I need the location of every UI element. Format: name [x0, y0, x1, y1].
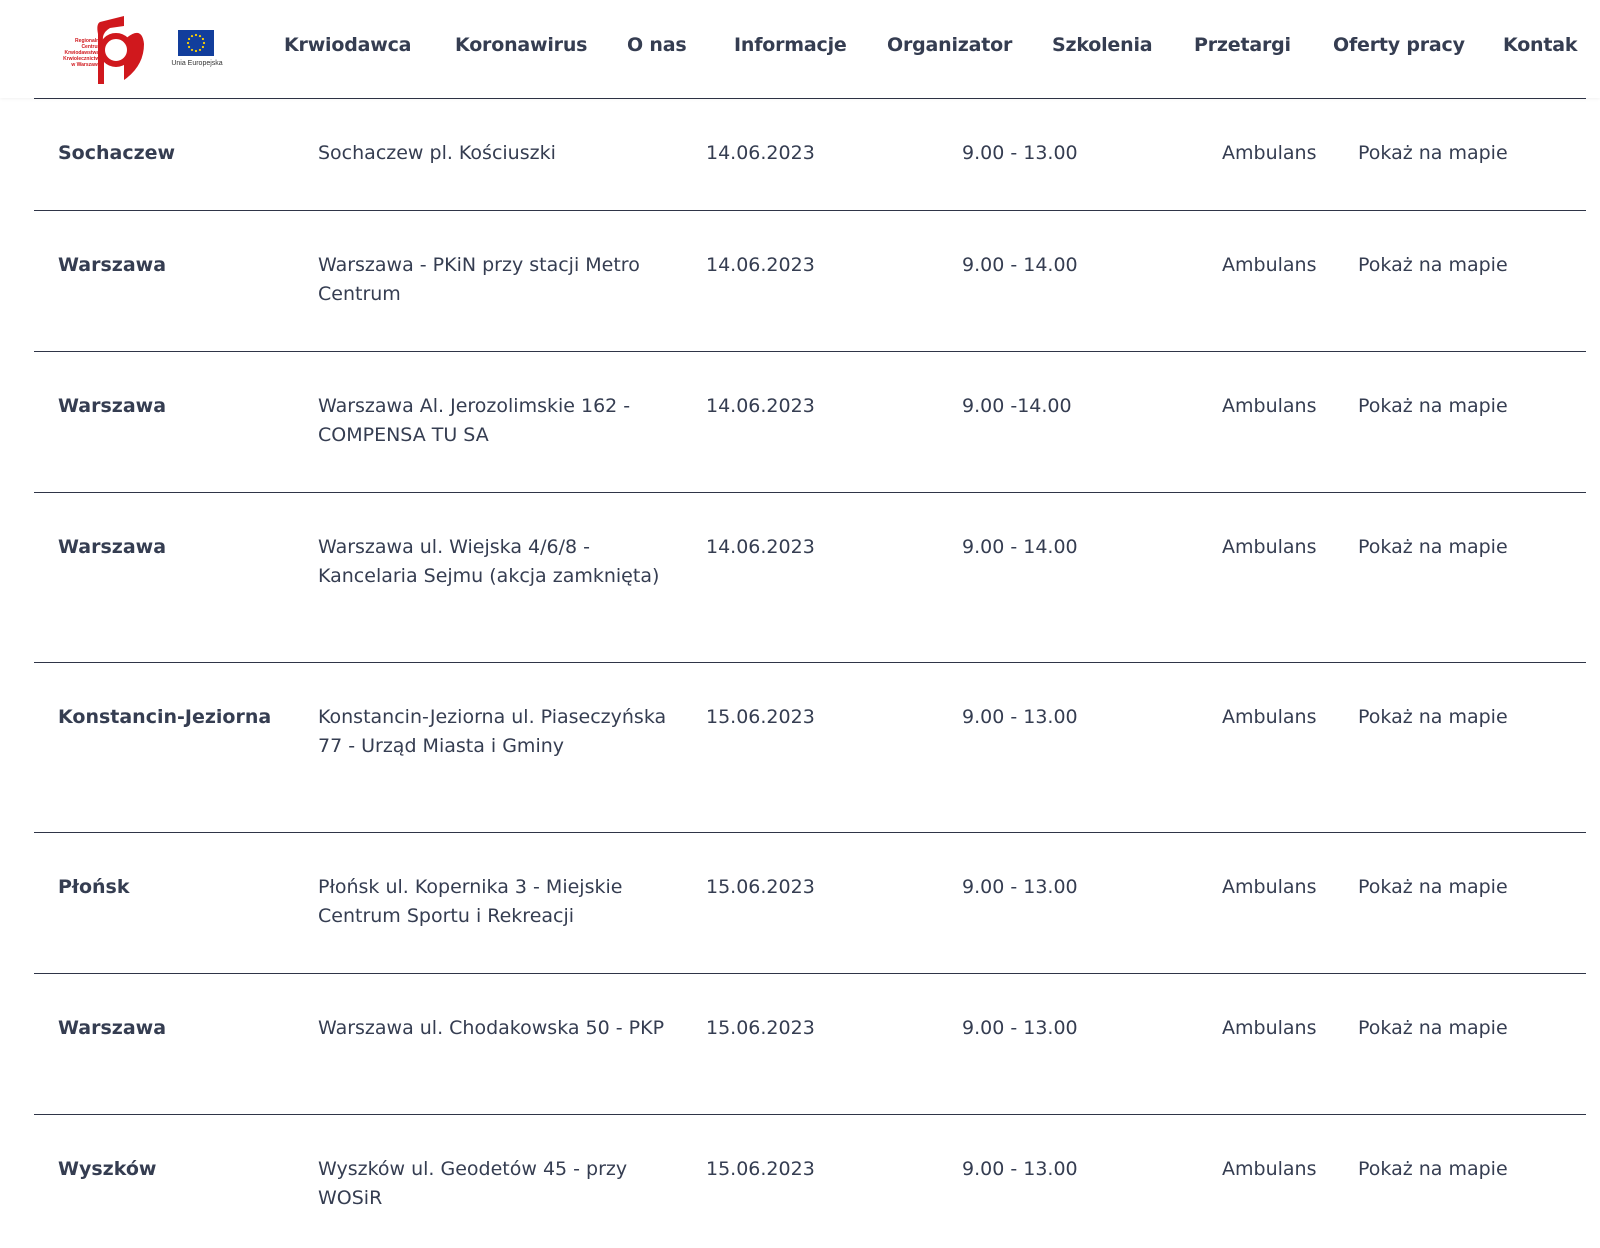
time-cell: 9.00 - 13.00 — [962, 1017, 1078, 1039]
nav-item-o-nas[interactable]: O nas — [627, 34, 687, 56]
show-on-map-link[interactable]: Pokaż na mapie — [1358, 533, 1558, 562]
address-cell: Warszawa ul. Wiejska 4/6/8 - Kancelaria … — [318, 536, 660, 587]
show-on-map-link[interactable]: Pokaż na mapie — [1358, 703, 1558, 732]
type-cell: Ambulans — [1222, 142, 1317, 164]
date-cell: 14.06.2023 — [706, 536, 815, 558]
show-on-map-link[interactable]: Pokaż na mapie — [1358, 139, 1558, 168]
show-on-map-link[interactable]: Pokaż na mapie — [1358, 1155, 1558, 1184]
table-row: Płońsk Płońsk ul. Kopernika 3 - Miejskie… — [34, 832, 1586, 973]
type-cell: Ambulans — [1222, 536, 1317, 558]
address-cell: Płońsk ul. Kopernika 3 - Miejskie Centru… — [318, 876, 623, 927]
nav-item-informacje[interactable]: Informacje — [734, 34, 847, 56]
nav-item-krwiodawca[interactable]: Krwiodawca — [284, 34, 411, 56]
address-cell: Warszawa Al. Jerozolimskie 162 - COMPENS… — [318, 395, 631, 446]
table-row: Warszawa Warszawa ul. Wiejska 4/6/8 - Ka… — [34, 492, 1586, 662]
address-cell: Konstancin-Jeziorna ul. Piaseczyńska 77 … — [318, 706, 667, 757]
show-on-map-link[interactable]: Pokaż na mapie — [1358, 251, 1558, 280]
type-cell: Ambulans — [1222, 1158, 1317, 1180]
type-cell: Ambulans — [1222, 254, 1317, 276]
time-cell: 9.00 -14.00 — [962, 395, 1072, 417]
table-row: Sochaczew Sochaczew pl. Kościuszki 14.06… — [34, 98, 1586, 210]
table-row: Konstancin-Jeziorna Konstancin-Jeziorna … — [34, 662, 1586, 832]
nav-item-koronawirus[interactable]: Koronawirus — [455, 34, 587, 56]
city-cell: Warszawa — [58, 536, 167, 558]
table-row: Warszawa Warszawa - PKiN przy stacji Met… — [34, 210, 1586, 351]
main-navigation: Krwiodawca Koronawirus O nas Informacje … — [0, 0, 1600, 98]
type-cell: Ambulans — [1222, 1017, 1317, 1039]
city-cell: Warszawa — [58, 254, 167, 276]
nav-item-szkolenia[interactable]: Szkolenia — [1052, 34, 1153, 56]
date-cell: 14.06.2023 — [706, 395, 815, 417]
city-cell: Warszawa — [58, 1017, 167, 1039]
nav-item-kontakt[interactable]: Kontak — [1503, 34, 1578, 56]
type-cell: Ambulans — [1222, 395, 1317, 417]
site-header: Regionalne Centrum Krwiodawstwa i Krwiol… — [0, 0, 1600, 98]
time-cell: 9.00 - 13.00 — [962, 706, 1078, 728]
city-cell: Płońsk — [58, 876, 130, 898]
time-cell: 9.00 - 14.00 — [962, 254, 1078, 276]
table-row: Wyszków Wyszków ul. Geodetów 45 - przy W… — [34, 1114, 1586, 1244]
nav-item-oferty-pracy[interactable]: Oferty pracy — [1333, 34, 1465, 56]
city-cell: Sochaczew — [58, 142, 176, 164]
city-cell: Konstancin-Jeziorna — [58, 706, 272, 728]
city-cell: Warszawa — [58, 395, 167, 417]
time-cell: 9.00 - 13.00 — [962, 1158, 1078, 1180]
show-on-map-link[interactable]: Pokaż na mapie — [1358, 873, 1558, 902]
address-cell: Sochaczew pl. Kościuszki — [318, 142, 556, 164]
table-row: Warszawa Warszawa Al. Jerozolimskie 162 … — [34, 351, 1586, 492]
address-cell: Warszawa ul. Chodakowska 50 - PKP — [318, 1017, 665, 1039]
collection-schedule-table: Sochaczew Sochaczew pl. Kościuszki 14.06… — [34, 98, 1586, 1244]
address-cell: Warszawa - PKiN przy stacji Metro Centru… — [318, 254, 640, 305]
date-cell: 14.06.2023 — [706, 254, 815, 276]
time-cell: 9.00 - 13.00 — [962, 142, 1078, 164]
type-cell: Ambulans — [1222, 706, 1317, 728]
date-cell: 15.06.2023 — [706, 876, 815, 898]
show-on-map-link[interactable]: Pokaż na mapie — [1358, 1014, 1558, 1043]
date-cell: 15.06.2023 — [706, 1017, 815, 1039]
date-cell: 15.06.2023 — [706, 706, 815, 728]
city-cell: Wyszków — [58, 1158, 157, 1180]
nav-item-organizator[interactable]: Organizator — [887, 34, 1012, 56]
nav-item-przetargi[interactable]: Przetargi — [1194, 34, 1291, 56]
type-cell: Ambulans — [1222, 876, 1317, 898]
date-cell: 14.06.2023 — [706, 142, 815, 164]
table-row: Warszawa Warszawa ul. Chodakowska 50 - P… — [34, 973, 1586, 1114]
time-cell: 9.00 - 14.00 — [962, 536, 1078, 558]
address-cell: Wyszków ul. Geodetów 45 - przy WOSiR — [318, 1158, 628, 1209]
time-cell: 9.00 - 13.00 — [962, 876, 1078, 898]
show-on-map-link[interactable]: Pokaż na mapie — [1358, 392, 1558, 421]
date-cell: 15.06.2023 — [706, 1158, 815, 1180]
